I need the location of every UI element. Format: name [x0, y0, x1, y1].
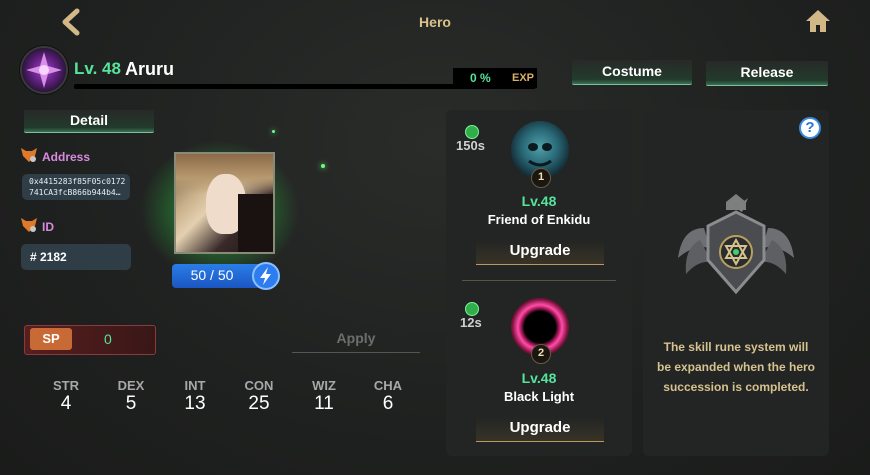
skill-2-slot-badge: 2 — [531, 344, 551, 364]
apply-button[interactable]: Apply — [292, 330, 420, 353]
rune-message-line: be expanded when the hero — [656, 360, 816, 374]
stat-name: CHA — [373, 378, 403, 393]
stat-value: 4 — [60, 393, 72, 414]
stat-value: 25 — [248, 393, 270, 414]
exp-percent: 0 % — [470, 71, 491, 85]
lightning-icon — [260, 267, 271, 285]
exp-label: EXP — [512, 72, 535, 84]
stat-name: DEX — [117, 378, 145, 393]
skill-1-upgrade-button[interactable]: Upgrade — [476, 240, 604, 265]
hero-name: Aruru — [125, 59, 174, 79]
timer-icon — [465, 302, 479, 316]
portrait-shadow — [238, 194, 273, 252]
fox-icon — [20, 147, 38, 163]
stat-dex: DEX 5 — [106, 378, 156, 415]
glow-particle — [321, 164, 325, 168]
address-value-line-2: 741CA3fcB866b944b4… — [29, 188, 121, 197]
skill-2-cooldown: 12s — [460, 315, 482, 330]
home-icon — [806, 10, 830, 32]
address-label: Address — [42, 150, 91, 164]
skill-2-upgrade-button[interactable]: Upgrade — [476, 417, 604, 442]
home-button[interactable] — [804, 8, 832, 34]
hero-level: Lv. 48 — [74, 59, 121, 78]
skill-2-name: Black Light — [503, 389, 575, 404]
rune-message: The skill rune system will be expanded w… — [650, 337, 822, 397]
glow-particle — [272, 130, 275, 133]
stat-value: 13 — [184, 393, 206, 414]
sp-label: SP — [42, 331, 60, 346]
stat-name: INT — [184, 378, 206, 393]
skill-1-level: Lv.48 — [521, 193, 557, 209]
address-value-line-1: 0x4415283f85F05c0172 — [29, 177, 126, 186]
rune-message-line: The skill rune system will — [663, 340, 809, 354]
fox-icon — [20, 217, 38, 233]
stat-name: STR — [53, 378, 79, 393]
skill-1-slot-badge: 1 — [531, 168, 551, 188]
hero-portrait[interactable] — [174, 152, 275, 254]
rune-crest-icon — [676, 188, 796, 308]
timer-icon — [465, 125, 479, 139]
stat-value: 6 — [382, 393, 394, 414]
stat-name: CON — [244, 378, 274, 393]
stat-str: STR 4 — [41, 378, 91, 415]
id-label: ID — [42, 220, 54, 234]
skill-2-level: Lv.48 — [521, 370, 557, 386]
release-button[interactable]: Release — [706, 61, 828, 86]
question-icon[interactable]: ? — [799, 117, 821, 139]
id-value: # 2182 — [30, 250, 67, 264]
detail-button[interactable]: Detail — [24, 110, 154, 133]
stamina-value: 50 / 50 — [190, 267, 234, 283]
skill-1-cooldown: 150s — [456, 138, 485, 153]
sp-value: 0 — [104, 331, 112, 347]
hero-class-emblem — [22, 48, 66, 92]
stat-con: CON 25 — [234, 378, 284, 415]
skill-1-name: Friend of Enkidu — [487, 212, 591, 227]
rune-message-line: succession is completed. — [663, 380, 809, 394]
stamina-recharge-button[interactable] — [252, 262, 280, 290]
skill-divider — [462, 280, 616, 281]
stat-cha: CHA 6 — [363, 378, 413, 415]
stat-value: 11 — [314, 393, 334, 414]
stat-value: 5 — [125, 393, 137, 414]
costume-button[interactable]: Costume — [572, 60, 692, 85]
stat-int: INT 13 — [170, 378, 220, 415]
stat-name: WIZ — [312, 378, 336, 393]
stat-wiz: WIZ 11 — [299, 378, 349, 415]
page-title: Hero — [419, 14, 451, 30]
